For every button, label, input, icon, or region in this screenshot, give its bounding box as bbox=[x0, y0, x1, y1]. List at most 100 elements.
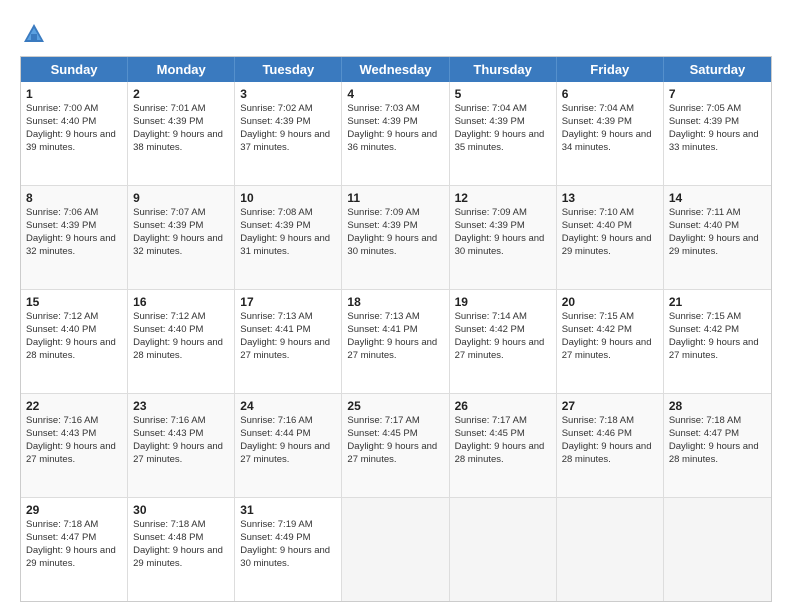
day-cell-4: 4Sunrise: 7:03 AM Sunset: 4:39 PM Daylight… bbox=[342, 82, 449, 185]
day-cell-7: 7Sunrise: 7:05 AMSunset: 4:39 PMDaylight… bbox=[664, 82, 771, 185]
sunrise-text: Sunrise: 7:04 AM bbox=[455, 103, 527, 114]
day-cell-24: 24Sunrise: 7:16 AMSunset: 4:44 PMDayligh… bbox=[235, 394, 342, 497]
calendar-row-2: 8Sunrise: 7:06 AMSunset: 4:39 PMDaylight… bbox=[21, 185, 771, 289]
daylight-text: Daylight: 9 hours and 38 minutes. bbox=[133, 129, 223, 153]
day-number: 27 bbox=[562, 398, 658, 414]
sunset-text: Sunset: 4:44 PM bbox=[240, 428, 310, 439]
day-number: 26 bbox=[455, 398, 551, 414]
sunrise-text: Sunrise: 7:09 AM bbox=[347, 207, 419, 218]
sunrise-text: Sunrise: 7:12 AM bbox=[26, 311, 98, 322]
sunset-text: Sunset: 4:48 PM bbox=[133, 532, 203, 543]
sunset-text: Sunset: 4:39 PM bbox=[347, 116, 417, 127]
sunset-text: Sunset: 4:40 PM bbox=[26, 116, 96, 127]
sunset-text: Sunset: 4:42 PM bbox=[669, 324, 739, 335]
sunset-text: Sunset: 4:40 PM bbox=[669, 220, 739, 231]
day-cell-30: 30Sunrise: 7:18 AM Sunset: 4:48 PM Dayligh… bbox=[128, 498, 235, 601]
daylight-text: Daylight: 9 hours and 27 minutes. bbox=[26, 441, 116, 465]
sunset-text: Sunset: 4:41 PM bbox=[347, 324, 417, 335]
daylight-text: Daylight: 9 hours and 29 minutes. bbox=[133, 545, 223, 569]
day-cell-23: 23Sunrise: 7:16 AMSunset: 4:43 PMDayligh… bbox=[128, 394, 235, 497]
day-number: 18 bbox=[347, 294, 443, 310]
sunrise-text: Sunrise: 7:15 AM bbox=[562, 311, 634, 322]
daylight-text: Daylight: 9 hours and 30 minutes. bbox=[347, 233, 437, 257]
day-number: 22 bbox=[26, 398, 122, 414]
sunrise-text: Sunrise: 7:09 AM bbox=[455, 207, 527, 218]
sunset-text: Sunset: 4:40 PM bbox=[133, 324, 203, 335]
sunrise-text: Sunrise: 7:16 AM bbox=[26, 415, 98, 426]
calendar-row-4: 22Sunrise: 7:16 AMSunset: 4:43 PMDayligh… bbox=[21, 393, 771, 497]
day-number: 30 bbox=[133, 502, 229, 518]
day-cell-5: 5Sunrise: 7:04 AMSunset: 4:39 PMDaylight… bbox=[450, 82, 557, 185]
sunset-text: Sunset: 4:40 PM bbox=[562, 220, 632, 231]
daylight-text: Daylight: 9 hours and 28 minutes. bbox=[26, 337, 116, 361]
daylight-text: Daylight: 9 hours and 32 minutes. bbox=[133, 233, 223, 257]
sunset-text: Sunset: 4:39 PM bbox=[455, 116, 525, 127]
day-number: 9 bbox=[133, 190, 229, 206]
sunset-text: Sunset: 4:47 PM bbox=[669, 428, 739, 439]
empty-cell bbox=[664, 498, 771, 601]
day-number: 29 bbox=[26, 502, 122, 518]
calendar-row-5: 29Sunrise: 7:18 AMSunset: 4:47 PMDayligh… bbox=[21, 497, 771, 601]
day-cell-11: 11Sunrise: 7:09 AMSunset: 4:39 PMDayligh… bbox=[342, 186, 449, 289]
header-day-monday: Monday bbox=[128, 57, 235, 82]
sunrise-text: Sunrise: 7:10 AM bbox=[562, 207, 634, 218]
sunset-text: Sunset: 4:39 PM bbox=[133, 116, 203, 127]
calendar-row-3: 15Sunrise: 7:12 AM Sunset: 4:40 PM Dayligh… bbox=[21, 289, 771, 393]
sunset-text: Sunset: 4:39 PM bbox=[669, 116, 739, 127]
sunset-text: Sunset: 4:42 PM bbox=[562, 324, 632, 335]
header-day-wednesday: Wednesday bbox=[342, 57, 449, 82]
daylight-text: Daylight: 9 hours and 28 minutes. bbox=[562, 441, 652, 465]
day-number: 24 bbox=[240, 398, 336, 414]
day-number: 15 bbox=[26, 294, 122, 310]
daylight-text: Daylight: 9 hours and 34 minutes. bbox=[562, 129, 652, 153]
sunrise-text: Sunrise: 7:13 AM bbox=[347, 311, 419, 322]
sunrise-text: Sunrise: 7:17 AM bbox=[455, 415, 527, 426]
daylight-text: Daylight: 9 hours and 39 minutes. bbox=[26, 129, 116, 153]
day-cell-2: 2Sunrise: 7:01 AMSunset: 4:39 PMDaylight… bbox=[128, 82, 235, 185]
day-cell-13: 13Sunrise: 7:10 AMSunset: 4:40 PMDayligh… bbox=[557, 186, 664, 289]
sunrise-text: Sunrise: 7:06 AM bbox=[26, 207, 98, 218]
sunset-text: Sunset: 4:39 PM bbox=[240, 116, 310, 127]
header-day-thursday: Thursday bbox=[450, 57, 557, 82]
empty-cell bbox=[557, 498, 664, 601]
day-cell-10: 10Sunrise: 7:08 AMSunset: 4:39 PMDayligh… bbox=[235, 186, 342, 289]
day-number: 4 bbox=[347, 86, 443, 102]
day-cell-20: 20Sunrise: 7:15 AMSunset: 4:42 PMDayligh… bbox=[557, 290, 664, 393]
day-cell-8: 8Sunrise: 7:06 AMSunset: 4:39 PMDaylight… bbox=[21, 186, 128, 289]
empty-cell bbox=[342, 498, 449, 601]
day-number: 8 bbox=[26, 190, 122, 206]
sunset-text: Sunset: 4:42 PM bbox=[455, 324, 525, 335]
sunrise-text: Sunrise: 7:07 AM bbox=[133, 207, 205, 218]
day-number: 31 bbox=[240, 502, 336, 518]
day-number: 7 bbox=[669, 86, 766, 102]
calendar-body: 1Sunrise: 7:00 AMSunset: 4:40 PMDaylight… bbox=[21, 82, 771, 601]
day-cell-21: 21Sunrise: 7:15 AMSunset: 4:42 PMDayligh… bbox=[664, 290, 771, 393]
day-cell-31: 31Sunrise: 7:19 AMSunset: 4:49 PMDayligh… bbox=[235, 498, 342, 601]
day-cell-1: 1Sunrise: 7:00 AMSunset: 4:40 PMDaylight… bbox=[21, 82, 128, 185]
daylight-text: Daylight: 9 hours and 27 minutes. bbox=[347, 441, 437, 465]
sunrise-text: Sunrise: 7:03 AM bbox=[347, 103, 419, 114]
day-cell-26: 26Sunrise: 7:17 AMSunset: 4:45 PMDayligh… bbox=[450, 394, 557, 497]
day-cell-25: 25Sunrise: 7:17 AMSunset: 4:45 PMDayligh… bbox=[342, 394, 449, 497]
sunrise-text: Sunrise: 7:14 AM bbox=[455, 311, 527, 322]
sunset-text: Sunset: 4:45 PM bbox=[455, 428, 525, 439]
sunrise-text: Sunrise: 7:11 AM bbox=[669, 207, 741, 218]
day-cell-6: 6Sunrise: 7:04 AMSunset: 4:39 PMDaylight… bbox=[557, 82, 664, 185]
daylight-text: Daylight: 9 hours and 32 minutes. bbox=[26, 233, 116, 257]
day-cell-16: 16Sunrise: 7:12 AMSunset: 4:40 PMDayligh… bbox=[128, 290, 235, 393]
daylight-text: Daylight: 9 hours and 35 minutes. bbox=[455, 129, 545, 153]
daylight-text: Daylight: 9 hours and 36 minutes. bbox=[347, 129, 437, 153]
daylight-text: Daylight: 9 hours and 27 minutes. bbox=[455, 337, 545, 361]
logo bbox=[20, 20, 52, 48]
sunset-text: Sunset: 4:46 PM bbox=[562, 428, 632, 439]
sunrise-text: Sunrise: 7:18 AM bbox=[669, 415, 741, 426]
sunrise-text: Sunrise: 7:00 AM bbox=[26, 103, 98, 114]
daylight-text: Daylight: 9 hours and 29 minutes. bbox=[669, 233, 759, 257]
sunrise-text: Sunrise: 7:16 AM bbox=[240, 415, 312, 426]
daylight-text: Daylight: 9 hours and 29 minutes. bbox=[562, 233, 652, 257]
day-cell-15: 15Sunrise: 7:12 AM Sunset: 4:40 PM Dayligh… bbox=[21, 290, 128, 393]
sunset-text: Sunset: 4:40 PM bbox=[26, 324, 96, 335]
day-number: 19 bbox=[455, 294, 551, 310]
sunrise-text: Sunrise: 7:19 AM bbox=[240, 519, 312, 530]
sunrise-text: Sunrise: 7:18 AM bbox=[133, 519, 205, 530]
